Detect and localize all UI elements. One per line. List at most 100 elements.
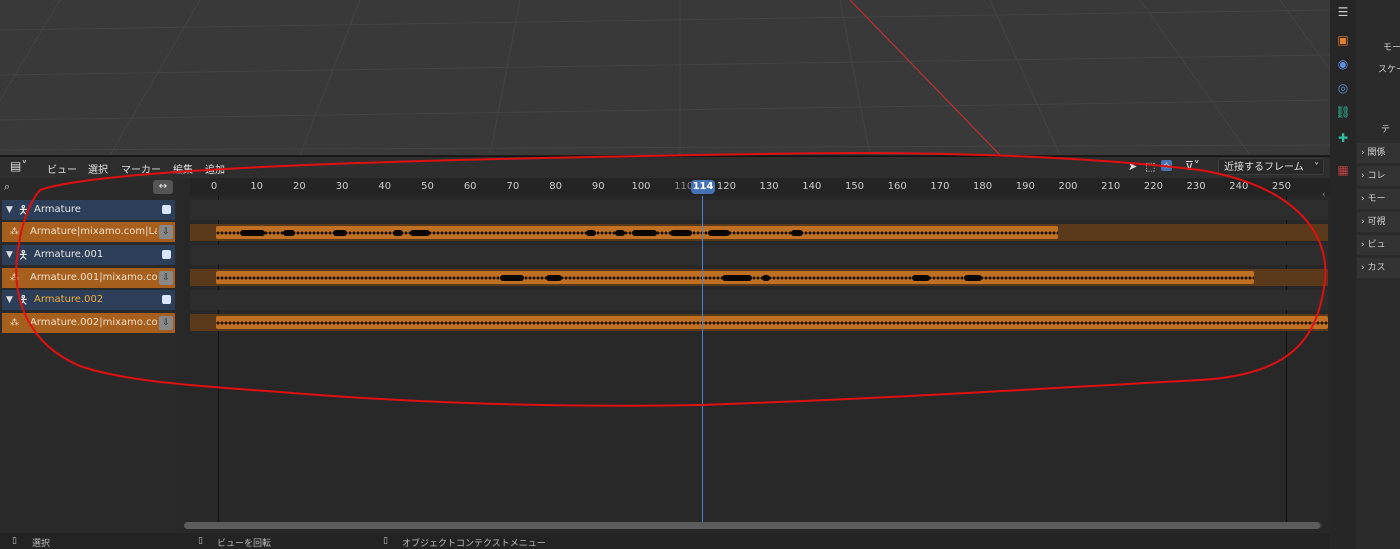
tool-tab-icon[interactable]: ☰	[1335, 4, 1351, 20]
ruler-tick-label: 250	[1271, 181, 1292, 192]
ruler-tick-label: 60	[463, 181, 477, 192]
ruler-tick-label: 220	[1143, 181, 1163, 192]
track-name: Armature.002|mixamo.com|Layer0	[30, 317, 157, 328]
snap-mode-dropdown[interactable]: 近接するフレーム ˅	[1218, 158, 1324, 175]
keyframe-cluster	[670, 230, 692, 236]
expand-arrow-icon[interactable]: ▼	[6, 245, 13, 265]
track-name: Armature.001|mixamo.com|Layer0	[30, 272, 157, 283]
expand-arrow-icon[interactable]: ▼	[6, 200, 13, 220]
channel-object-0[interactable]: ▼ 🯅 Armature	[2, 200, 175, 220]
keyframe-cluster	[708, 230, 730, 236]
push-down-icon[interactable]: ⇩	[159, 225, 173, 239]
object-data-tab-icon[interactable]: ✚	[1335, 130, 1351, 146]
checkbox-icon[interactable]	[162, 295, 171, 304]
ruler-tick-label: 210	[1101, 181, 1121, 192]
menu-add[interactable]: 追加	[205, 161, 225, 176]
modifier-tab-icon[interactable]: ◉	[1335, 56, 1351, 72]
menu-select[interactable]: 選択	[88, 161, 108, 176]
prop-row-collections[interactable]: › コレ	[1357, 166, 1400, 186]
keyframe-cluster	[393, 230, 403, 236]
checkbox-icon[interactable]	[162, 205, 171, 214]
mouse-right-icon: ▯	[383, 536, 388, 546]
menu-edit[interactable]: 編集	[173, 161, 193, 176]
keyframe-cluster	[333, 230, 347, 236]
select-tool-icon[interactable]: ➤	[1128, 160, 1137, 173]
prop-row-custom[interactable]: › カス	[1357, 258, 1400, 278]
channel-track-0[interactable]: ⁂ Armature|mixamo.com|Layer0 ⇩	[2, 222, 175, 242]
prop-row-label: 可視	[1367, 217, 1386, 227]
mouse-middle-icon: ▯	[198, 536, 203, 546]
keyframe-cluster	[762, 275, 770, 281]
prop-row-visibility[interactable]: › 可視	[1357, 212, 1400, 232]
keyframe-cluster	[791, 230, 803, 236]
object-summary-row	[190, 245, 1328, 265]
texture-tab-icon[interactable]: ▦	[1335, 162, 1351, 178]
channel-object-2[interactable]: ▼ 🯅 Armature.002	[2, 290, 175, 310]
status-bar: ▯ 選択 ▯ ビューを回転 ▯ オブジェクトコンテクストメニュー	[0, 533, 1330, 549]
track-name: Armature|mixamo.com|Layer0	[30, 226, 157, 237]
prop-row-viewport-display[interactable]: › ビュ	[1357, 235, 1400, 255]
channel-region: ⌕ ↔ ▼ 🯅 Armature ⁂ Armature|mixamo.com|L…	[0, 178, 176, 533]
current-frame-indicator[interactable]: 114	[691, 180, 715, 194]
physics-tab-icon[interactable]: ⛓	[1335, 104, 1351, 120]
object-tab-icon[interactable]: ▣	[1335, 32, 1351, 48]
prop-row-0[interactable]: テ	[1357, 120, 1400, 140]
push-down-icon[interactable]: ⇩	[159, 316, 173, 330]
ruler-tick-label: 90	[591, 181, 605, 192]
chevron-down-icon: ˅	[1314, 162, 1319, 173]
box-select-icon[interactable]: ⬚	[1145, 160, 1155, 173]
prop-label-scale: スケー	[1378, 65, 1400, 75]
x-axis-line	[849, 0, 1001, 155]
keyframe-cluster	[964, 275, 982, 281]
prop-row-motion[interactable]: › モー	[1357, 189, 1400, 209]
ruler-tick-label: 50	[421, 181, 434, 192]
keyframe-cluster	[240, 230, 265, 236]
properties-tab-strip: ☰ ▣ ◉ ◎ ⛓ ✚ ▦	[1330, 0, 1356, 549]
channel-track-2[interactable]: ⁂ Armature.002|mixamo.com|Layer0 ⇩	[2, 313, 175, 333]
prop-row-label: カス	[1367, 263, 1386, 273]
prop-row-label: 関係	[1367, 148, 1386, 158]
status-context-menu: オブジェクトコンテクストメニュー	[402, 539, 546, 549]
editor-type-icon[interactable]: ▤˅	[10, 159, 27, 173]
ruler-tick-label: 160	[887, 181, 907, 192]
particles-tab-icon[interactable]: ◎	[1335, 80, 1351, 96]
ruler-tick-label: 140	[802, 181, 822, 192]
ruler-tick-label: 0	[210, 181, 218, 192]
keyframe-cluster	[615, 230, 625, 236]
prop-row-label: ビュ	[1367, 240, 1386, 250]
armature-icon: 🯅	[18, 293, 29, 307]
nla-header: ▤˅ ビュー 選択 マーカー 編集 追加 ➤ ⬚ ⟡ ⊽˅	[0, 156, 1330, 179]
prop-label-mode: モー	[1383, 43, 1400, 53]
ruler-tick-label: 10	[250, 181, 264, 192]
channel-track-1[interactable]: ⁂ Armature.001|mixamo.com|Layer0 ⇩	[2, 268, 175, 288]
filter-icon[interactable]: ⊽˅	[1185, 159, 1200, 173]
search-icon[interactable]: ⌕	[4, 180, 10, 194]
snap-toggle-icon[interactable]: ⟡	[1161, 160, 1172, 171]
ruler-tick-label: 190	[1015, 181, 1035, 192]
swap-icon[interactable]: ↔	[153, 180, 173, 194]
playhead-line	[702, 196, 703, 522]
keyframe-cluster	[500, 275, 524, 281]
checkbox-icon[interactable]	[162, 250, 171, 259]
menu-marker[interactable]: マーカー	[121, 161, 161, 176]
ruler-tick-label: 80	[549, 181, 562, 192]
menu-view[interactable]: ビュー	[47, 161, 77, 176]
3d-viewport[interactable]	[0, 0, 1330, 155]
horizontal-scrollbar-thumb[interactable]	[184, 522, 1320, 529]
nla-track-icon: ⁂	[10, 318, 19, 328]
expand-arrow-icon[interactable]: ▼	[6, 290, 13, 310]
ruler-tick-label: 170	[930, 181, 950, 192]
object-name: Armature.001	[34, 249, 104, 260]
mouse-left-icon: ▯	[12, 536, 17, 546]
status-select: 選択	[32, 539, 51, 549]
channel-object-1[interactable]: ▼ 🯅 Armature.001	[2, 245, 175, 265]
chevron-left-icon[interactable]: ‹	[1322, 190, 1326, 200]
keyframe-cluster	[912, 275, 930, 281]
push-down-icon[interactable]: ⇩	[159, 271, 173, 285]
object-summary-row	[190, 290, 1328, 310]
ruler-tick-label: 100	[631, 181, 651, 192]
keyframe-cluster	[283, 230, 295, 236]
prop-row-label: テ	[1381, 125, 1391, 135]
ruler-tick-label: 240	[1229, 181, 1249, 192]
prop-row-relations[interactable]: › 関係	[1357, 143, 1400, 163]
